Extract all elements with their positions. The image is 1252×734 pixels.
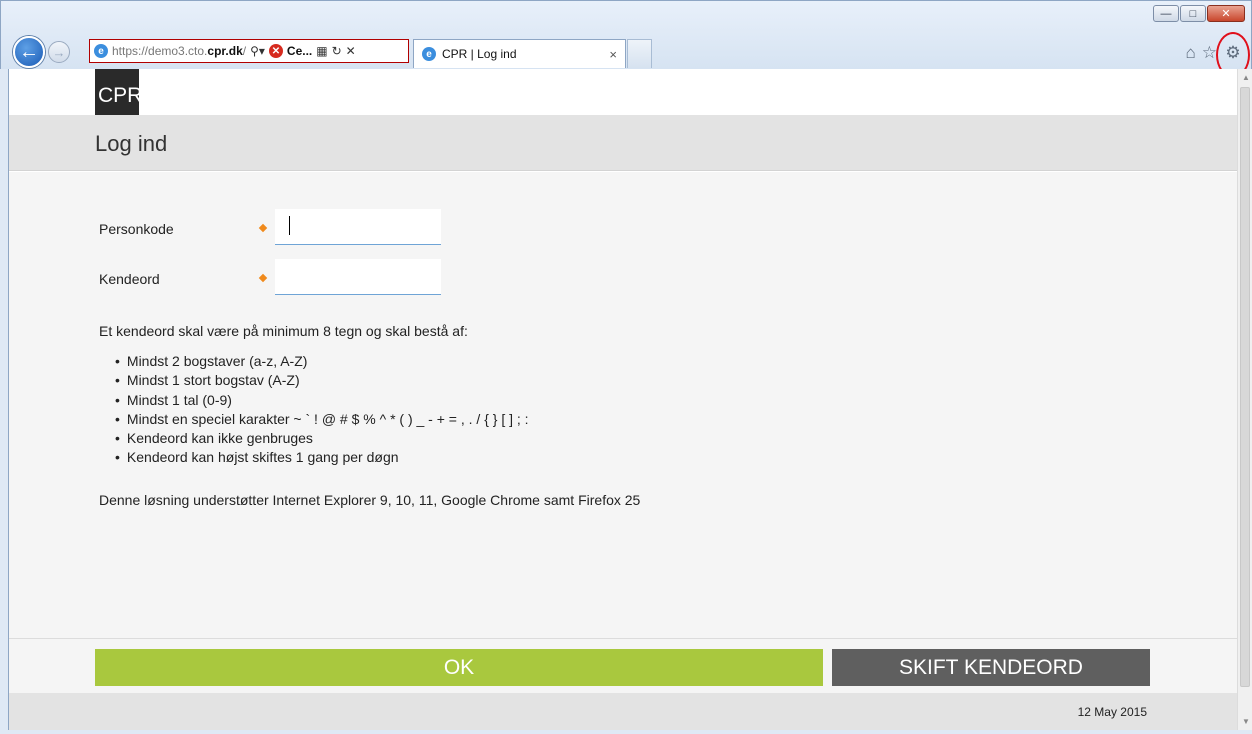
vertical-scrollbar[interactable]: ▲ ▼ [1237, 69, 1252, 730]
window-controls: — □ ✕ [1153, 5, 1245, 22]
list-item: Mindst 1 tal (0-9) [115, 391, 529, 410]
password-rules-list: Mindst 2 bogstaver (a-z, A-Z) Mindst 1 s… [115, 352, 529, 468]
browser-support-note: Denne løsning understøtter Internet Expl… [99, 492, 641, 508]
scroll-down-icon[interactable]: ▼ [1242, 717, 1250, 726]
favorites-star-icon[interactable]: ☆ [1202, 44, 1217, 61]
address-url[interactable]: https://demo3.cto.cpr.dk/ [112, 44, 246, 58]
required-marker [258, 273, 268, 283]
ie-page-icon: e [422, 47, 436, 61]
personkode-label: Personkode [99, 221, 174, 237]
page-viewport: CPR Log ind Personkode Kendeord Et kende… [8, 69, 1237, 730]
back-arrow-icon: ← [19, 40, 39, 63]
address-url-host: cpr.dk [207, 44, 243, 58]
close-window-button[interactable]: ✕ [1207, 5, 1245, 22]
forward-arrow-icon: → [52, 44, 66, 60]
compatibility-icon[interactable]: ▦ [316, 44, 327, 58]
footer-date: 12 May 2015 [1077, 705, 1147, 719]
search-icon[interactable]: ⚲▾ [250, 44, 265, 58]
title-bar: Log ind [9, 115, 1237, 171]
list-item: Mindst 1 stort bogstav (A-Z) [115, 371, 529, 390]
new-tab-button[interactable] [627, 39, 652, 68]
scroll-up-icon[interactable]: ▲ [1242, 73, 1250, 82]
address-url-scheme: https://demo3.cto. [112, 44, 208, 58]
change-password-button[interactable]: SKIFT KENDEORD [832, 649, 1150, 686]
kendeord-input[interactable] [275, 259, 441, 295]
ie-page-icon: e [94, 44, 108, 58]
password-rules-intro: Et kendeord skal være på minimum 8 tegn … [99, 323, 468, 339]
required-marker [258, 223, 268, 233]
kendeord-label: Kendeord [99, 271, 160, 287]
page-title: Log ind [95, 131, 168, 156]
list-item: Mindst en speciel karakter ~ ` ! @ # $ %… [115, 410, 529, 429]
tab-close-icon[interactable]: × [609, 47, 617, 62]
ok-button[interactable]: OK [95, 649, 823, 686]
address-bar[interactable]: e https://demo3.cto.cpr.dk/ ⚲▾ ✕ Ce... ▦… [89, 39, 409, 63]
certificate-error-icon[interactable]: ✕ [268, 44, 283, 58]
forward-button[interactable]: → [48, 41, 70, 63]
text-caret [289, 216, 290, 235]
cpr-logo[interactable]: CPR [95, 69, 142, 115]
back-button[interactable]: ← [13, 36, 45, 68]
certificate-error-label[interactable]: Ce... [287, 44, 312, 58]
tab-title: CPR | Log ind [442, 47, 517, 61]
minimize-button[interactable]: — [1153, 5, 1179, 22]
personkode-input[interactable] [275, 209, 441, 245]
list-item: Kendeord kan højst skiftes 1 gang per dø… [115, 448, 529, 467]
footer: 12 May 2015 [9, 693, 1237, 730]
home-icon[interactable]: ⌂ [1185, 44, 1195, 61]
list-item: Mindst 2 bogstaver (a-z, A-Z) [115, 352, 529, 371]
toolbar-icons: ⌂ ☆ ⚙ [1185, 32, 1250, 78]
refresh-icon[interactable]: ↻ [332, 44, 342, 58]
scrollbar-thumb[interactable] [1240, 87, 1250, 687]
list-item: Kendeord kan ikke genbruges [115, 429, 529, 448]
browser-chrome: — □ ✕ ← → e https://demo3.cto.cpr.dk/ ⚲▾… [0, 0, 1252, 78]
maximize-button[interactable]: □ [1180, 5, 1206, 22]
stop-icon[interactable]: ✕ [346, 44, 356, 58]
action-bar: OK SKIFT KENDEORD [9, 638, 1237, 693]
address-url-path: / [242, 44, 247, 58]
login-form: Personkode Kendeord Et kendeord skal vær… [9, 172, 1237, 638]
tools-button[interactable]: ⚙ [1216, 32, 1250, 78]
tab-cpr-log-ind[interactable]: e CPR | Log ind × [413, 39, 626, 68]
